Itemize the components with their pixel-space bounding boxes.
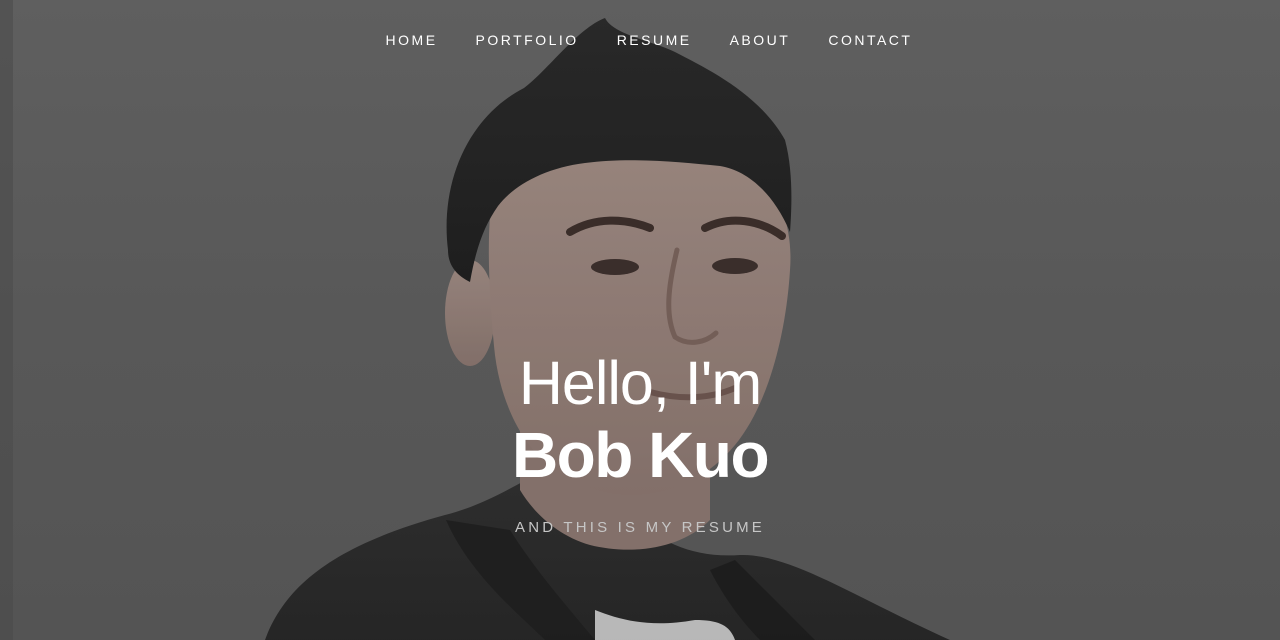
top-navigation: HOME PORTFOLIO RESUME ABOUT CONTACT [0,31,1280,49]
nav-resume[interactable]: RESUME [617,31,692,49]
nav-about[interactable]: ABOUT [730,31,791,49]
greeting-text: Hello, I'm [518,349,762,417]
nav-home[interactable]: HOME [386,31,438,49]
nav-contact[interactable]: CONTACT [828,31,912,49]
hero-section: HOME PORTFOLIO RESUME ABOUT CONTACT Hell… [0,0,1280,640]
hero-headline: Hello, I'm Bob Kuo [0,350,1280,489]
hero-subtitle: AND THIS IS MY RESUME [514,519,765,536]
nav-portfolio[interactable]: PORTFOLIO [476,31,579,49]
person-name: Bob Kuo [511,419,770,491]
image-overlay [0,0,1280,640]
